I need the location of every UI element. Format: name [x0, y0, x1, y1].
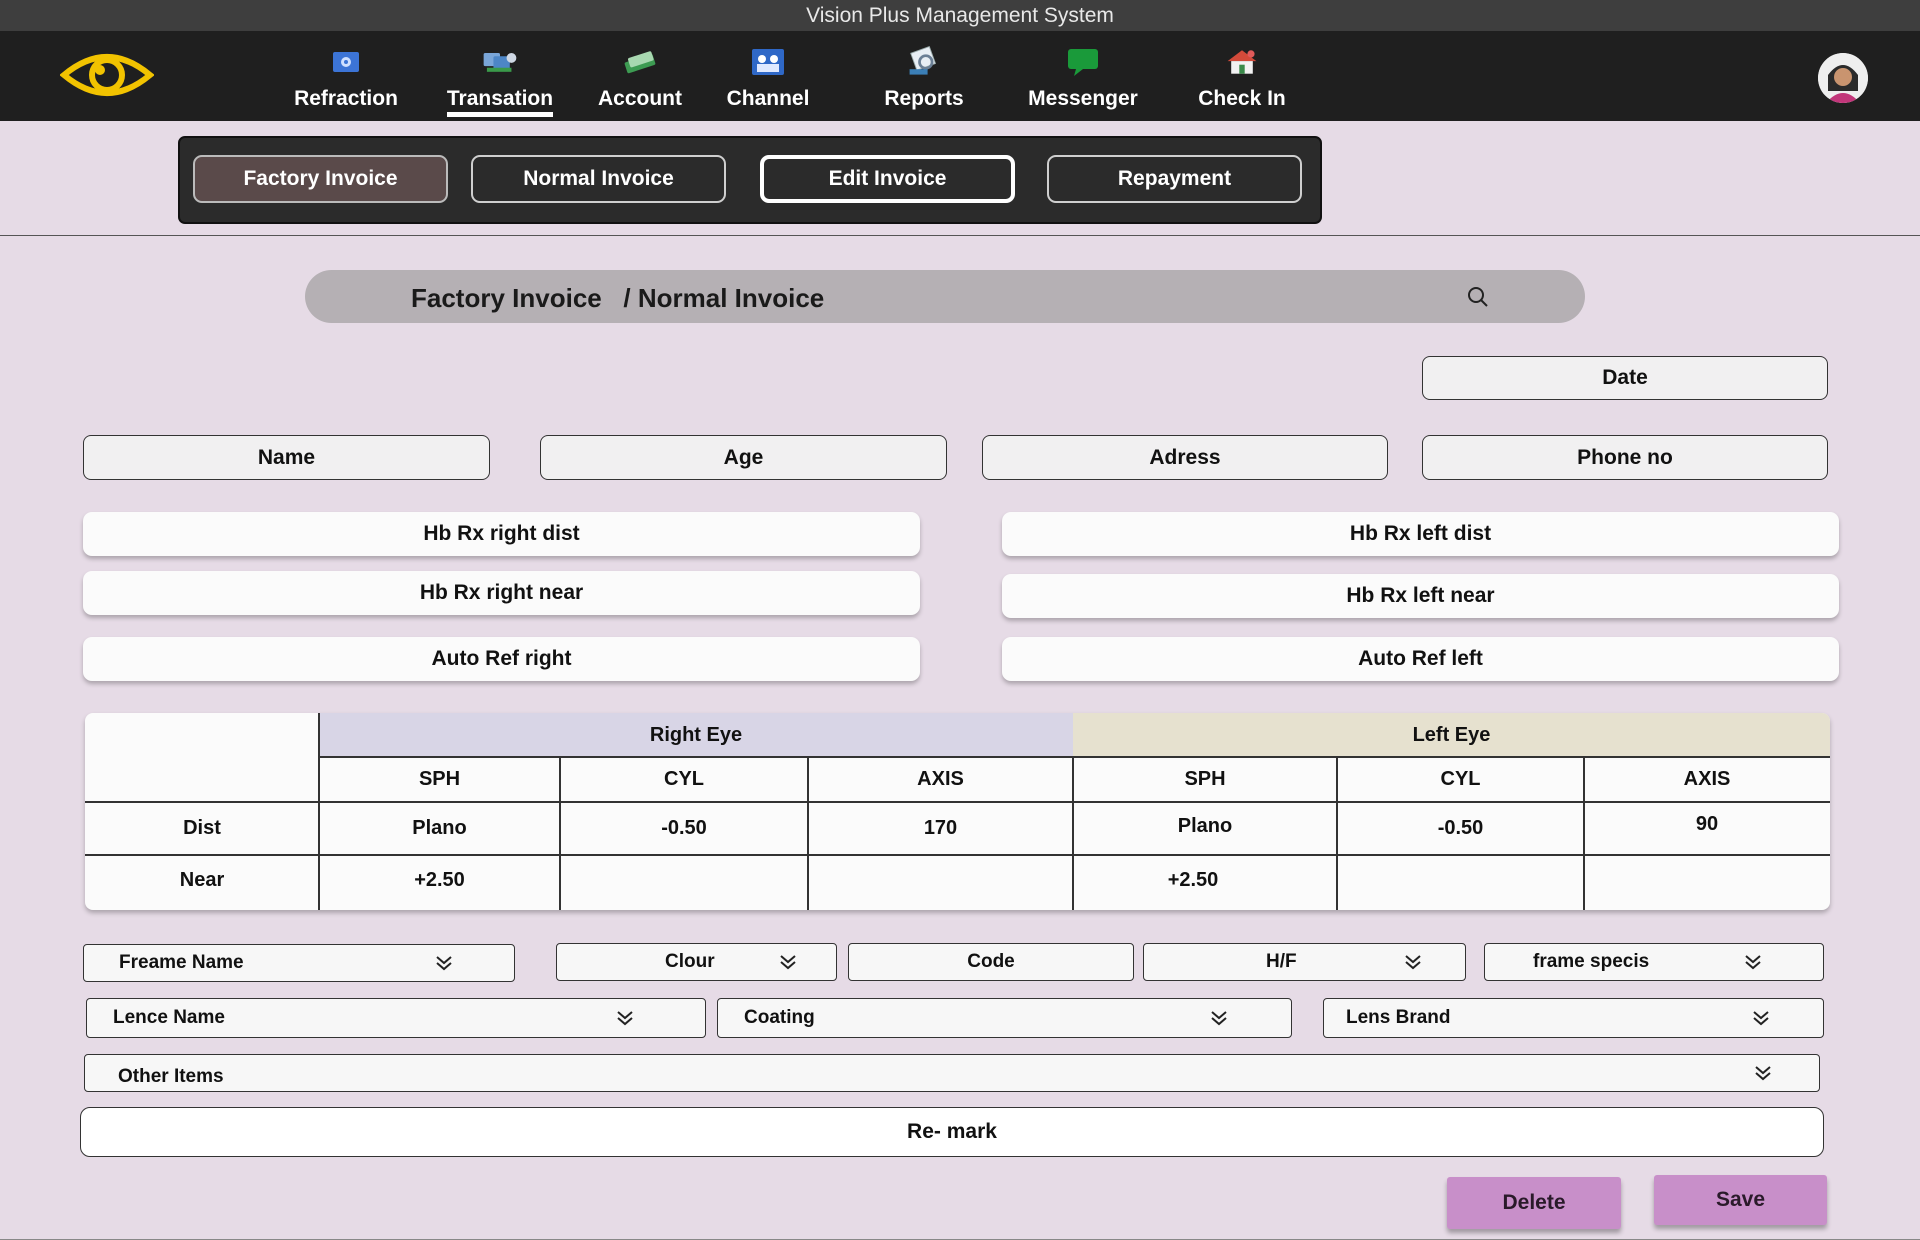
nav-item-transation[interactable]: Transation: [438, 41, 562, 117]
nav-item-reports[interactable]: Reports: [874, 41, 974, 117]
delete-button[interactable]: Delete: [1447, 1177, 1621, 1229]
col-header-left-cyl: CYL: [1440, 768, 1481, 790]
col-header-right-sph: SPH: [418, 768, 461, 790]
prescription-table: Right Eye Left Eye SPH CYL AXIS SPH CYL …: [85, 713, 1830, 910]
frame-name-dropdown[interactable]: Freame Name: [83, 944, 515, 982]
tab-normal-invoice[interactable]: Normal Invoice: [471, 155, 726, 203]
cell-near-left-sph[interactable]: +2.50: [1073, 855, 1313, 905]
hb-rx-left-near-field[interactable]: Hb Rx left near: [1002, 574, 1839, 618]
tab-edit-invoice[interactable]: Edit Invoice: [760, 155, 1015, 203]
table-divider: [318, 713, 320, 910]
chevron-down-icon: [436, 956, 452, 971]
hb-rx-left-dist-field[interactable]: Hb Rx left dist: [1002, 512, 1839, 556]
nav-item-messenger[interactable]: Messenger: [1022, 41, 1144, 117]
table-divider: [85, 854, 1830, 856]
age-field[interactable]: Age: [540, 435, 947, 480]
chevron-down-icon: [1753, 1011, 1769, 1026]
tab-repayment[interactable]: Repayment: [1047, 155, 1302, 203]
colour-dropdown[interactable]: Clour: [556, 943, 837, 981]
cell-near-right-sph[interactable]: +2.50: [319, 855, 560, 905]
tab-factory-invoice[interactable]: Factory Invoice: [193, 155, 448, 203]
table-divider: [1072, 757, 1074, 910]
account-icon: [622, 45, 658, 79]
search-title: Factory Invoice / Normal Invoice: [411, 283, 825, 313]
reports-icon: [906, 45, 942, 79]
row-label-near: Near: [179, 868, 225, 891]
nav-item-channel[interactable]: Channel: [718, 41, 818, 117]
lens-brand-dropdown[interactable]: Lens Brand: [1323, 998, 1824, 1038]
col-header-right-cyl: CYL: [664, 768, 704, 790]
auto-ref-right-field[interactable]: Auto Ref right: [83, 637, 920, 681]
hf-dropdown[interactable]: H/F: [1143, 943, 1466, 981]
avatar[interactable]: [1818, 53, 1868, 103]
cell-dist-left-axis[interactable]: 90: [1584, 798, 1830, 851]
frame-specs-dropdown[interactable]: frame specis: [1484, 943, 1824, 981]
hb-rx-right-dist-field[interactable]: Hb Rx right dist: [83, 512, 920, 556]
table-divider: [319, 756, 1830, 758]
table-divider: [1583, 757, 1585, 910]
code-field[interactable]: Code: [848, 943, 1134, 981]
col-header-left-sph: SPH: [1184, 768, 1226, 790]
address-field[interactable]: Adress: [982, 435, 1388, 480]
remark-field[interactable]: Re- mark: [80, 1107, 1824, 1157]
chevron-down-icon: [617, 1011, 633, 1026]
nav-item-account[interactable]: Account: [590, 41, 690, 117]
date-field[interactable]: Date: [1422, 356, 1828, 400]
cell-dist-right-sph[interactable]: Plano: [319, 802, 560, 855]
table-divider: [85, 801, 1830, 803]
divider: [0, 235, 1920, 236]
nav-item-refraction[interactable]: Refraction: [290, 41, 402, 117]
hb-rx-right-near-field[interactable]: Hb Rx right near: [83, 571, 920, 615]
cell-dist-right-cyl[interactable]: -0.50: [560, 802, 808, 855]
messenger-icon: [1065, 45, 1101, 79]
table-divider: [559, 757, 561, 910]
name-field[interactable]: Name: [83, 435, 490, 480]
cell-near-right-cyl[interactable]: [560, 855, 808, 905]
col-header-right-axis: AXIS: [917, 768, 964, 790]
top-navbar: Refraction Transation Account Channel Re…: [0, 31, 1920, 121]
chevron-down-icon: [1211, 1011, 1227, 1026]
invoice-search-bar[interactable]: Factory Invoice / Normal Invoice: [305, 270, 1585, 323]
window-title: Vision Plus Management System: [0, 0, 1920, 31]
save-button[interactable]: Save: [1654, 1175, 1827, 1225]
search-icon[interactable]: [1466, 285, 1490, 309]
eye-logo-icon[interactable]: [60, 47, 154, 103]
right-eye-header: Right Eye: [649, 723, 743, 746]
phone-field[interactable]: Phone no: [1422, 435, 1828, 480]
cell-dist-right-axis[interactable]: 170: [808, 802, 1073, 855]
channel-icon: [750, 45, 786, 79]
cell-near-left-axis[interactable]: [1584, 855, 1830, 905]
table-divider: [1336, 757, 1338, 910]
col-header-left-axis: AXIS: [1683, 768, 1731, 790]
cell-near-left-cyl[interactable]: [1337, 855, 1584, 905]
row-label-dist: Dist: [183, 817, 221, 839]
cell-near-right-axis[interactable]: [808, 855, 1073, 905]
chevron-down-icon: [780, 955, 796, 970]
cell-dist-left-cyl[interactable]: -0.50: [1337, 802, 1584, 855]
lens-name-dropdown[interactable]: Lence Name: [86, 998, 706, 1038]
cell-dist-left-sph[interactable]: Plano: [1073, 800, 1337, 853]
chevron-down-icon: [1405, 955, 1421, 970]
nav-item-check-in[interactable]: Check In: [1190, 41, 1294, 117]
table-divider: [807, 757, 809, 910]
transaction-icon: [482, 45, 518, 79]
chevron-down-icon: [1745, 955, 1761, 970]
left-eye-header: Left Eye: [1412, 723, 1491, 746]
auto-ref-left-field[interactable]: Auto Ref left: [1002, 637, 1839, 681]
invoice-tabbar: Factory Invoice Normal Invoice Edit Invo…: [178, 136, 1322, 224]
coating-dropdown[interactable]: Coating: [717, 998, 1292, 1038]
refraction-icon: [328, 45, 364, 79]
chevron-down-icon: [1755, 1066, 1771, 1081]
other-items-dropdown[interactable]: Other Items: [84, 1054, 1820, 1092]
check-in-icon: [1224, 45, 1260, 79]
